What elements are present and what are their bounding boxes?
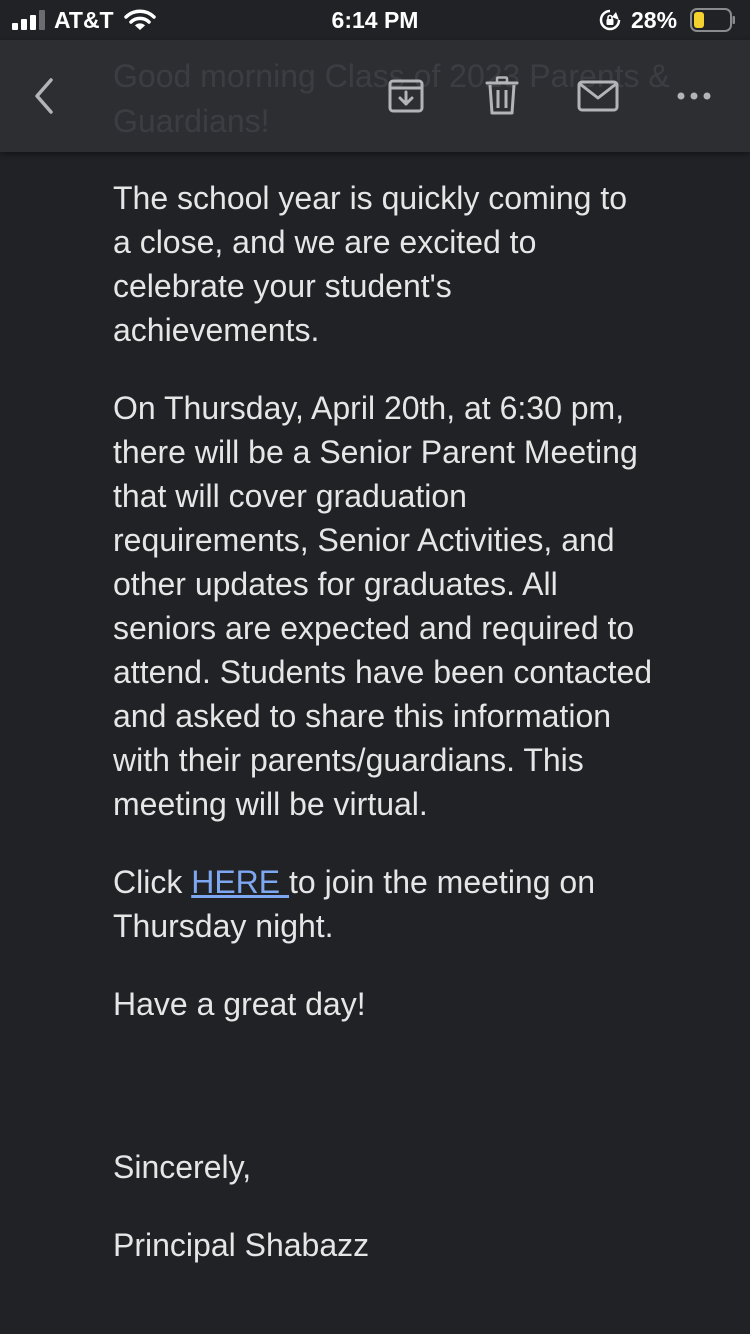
back-chevron-icon <box>35 78 53 114</box>
archive-icon <box>388 79 424 113</box>
click-prefix: Click <box>113 864 192 900</box>
email-body: The school year is quickly coming to a c… <box>113 176 653 1301</box>
back-button[interactable] <box>14 66 74 126</box>
paragraph-intro: The school year is quickly coming to a c… <box>113 180 627 348</box>
paragraph-meeting-details: On Thursday, April 20th, at 6:30 pm, the… <box>113 390 653 822</box>
status-bar: AT&T 6:14 PM 28% <box>0 0 750 40</box>
more-icon <box>677 92 711 100</box>
archive-button[interactable] <box>376 66 436 126</box>
delete-button[interactable] <box>472 66 532 126</box>
paragraph-join-link: Click HERE to join the meeting on Thursd… <box>113 860 653 948</box>
battery-percent: 28% <box>631 7 678 33</box>
closing: Sincerely, <box>113 1149 252 1185</box>
meeting-link[interactable]: HERE <box>191 864 289 900</box>
mark-unread-button[interactable] <box>568 66 628 126</box>
mail-icon <box>577 80 619 112</box>
signature: Principal Shabazz <box>113 1227 370 1263</box>
email-toolbar: Good morning Class of 2023 Parents & Gua… <box>0 40 750 152</box>
more-options-button[interactable] <box>664 66 724 126</box>
orientation-lock-icon <box>599 9 621 31</box>
battery-icon <box>690 8 735 32</box>
greeting: Have a great day! <box>113 986 366 1022</box>
trash-icon <box>485 76 519 115</box>
